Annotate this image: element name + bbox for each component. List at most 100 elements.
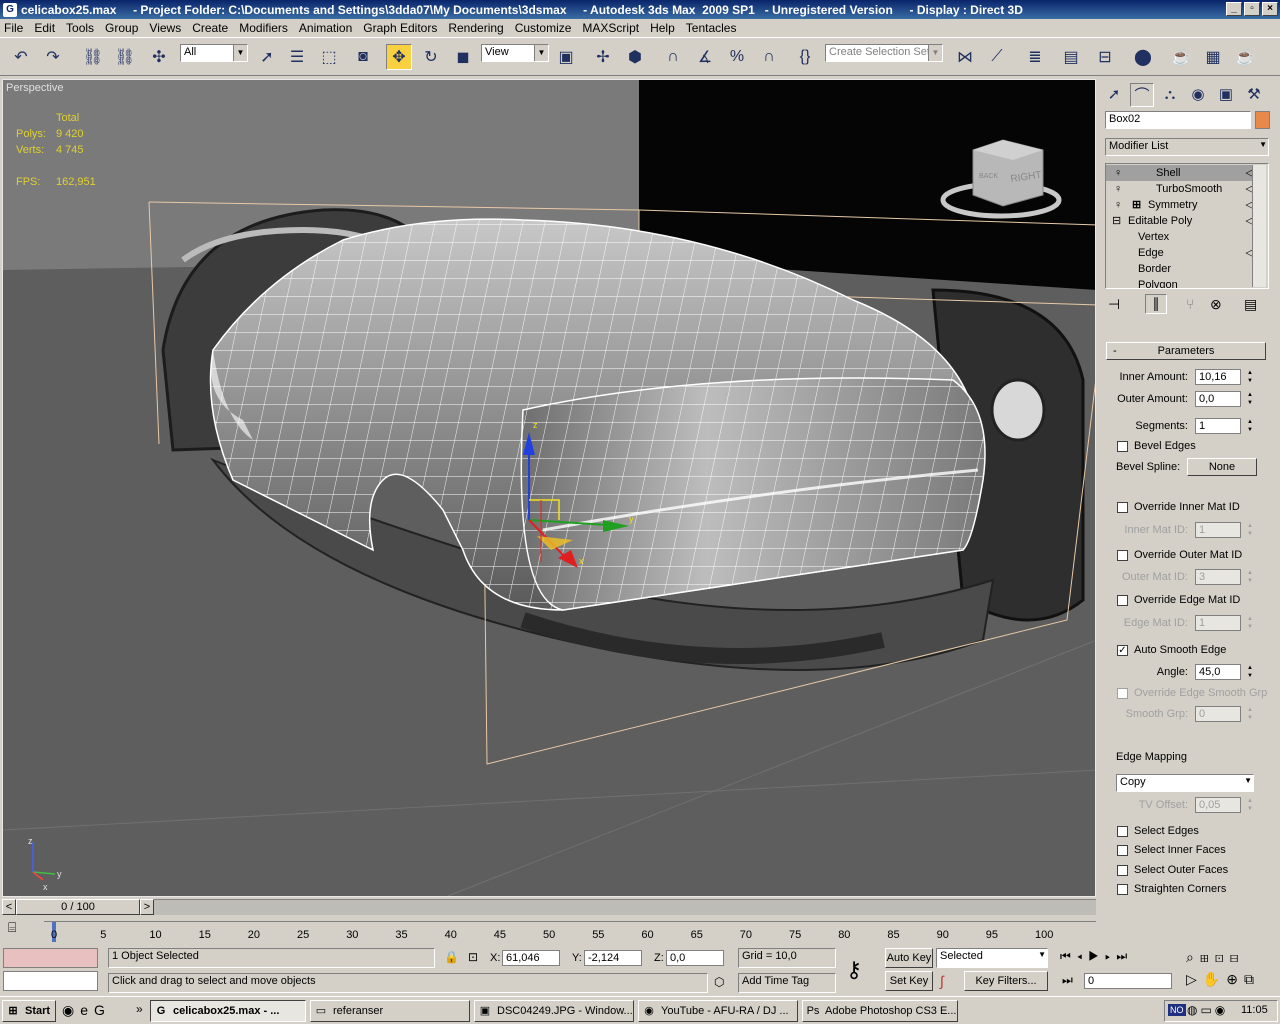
maxscript-listener-mini[interactable] xyxy=(3,948,98,968)
outer-mat-id-spinner[interactable]: 3 xyxy=(1195,569,1241,585)
lightbulb-icon[interactable]: ♀ xyxy=(1114,197,1122,213)
spinner-arrows-icon[interactable]: ▲ ▼ xyxy=(1245,569,1255,585)
mirror-icon[interactable]: ⋈ xyxy=(952,44,978,70)
time-slider-next-icon[interactable]: > xyxy=(140,899,154,915)
lock-selection-icon[interactable]: 🔒 xyxy=(444,950,459,964)
auto-smooth-edge-checkbox[interactable]: ✓ Auto Smooth Edge xyxy=(1117,644,1226,656)
menu-tools[interactable]: Tools xyxy=(66,21,94,35)
field-of-view-icon[interactable]: ▷ xyxy=(1186,971,1203,987)
spinner-arrows-icon[interactable]: ▲ ▼ xyxy=(1245,615,1255,631)
tray-icons[interactable]: ◍▭◉ xyxy=(1187,1003,1228,1017)
motion-tab-icon[interactable]: ◉ xyxy=(1186,83,1210,107)
auto-key-button[interactable]: Auto Key xyxy=(885,948,933,968)
time-slider-track[interactable] xyxy=(154,899,1096,915)
align-icon[interactable]: ⟋ xyxy=(984,44,1010,70)
current-frame-field[interactable]: 0 xyxy=(1084,973,1172,989)
override-edge-mat-checkbox[interactable]: Override Edge Mat ID xyxy=(1117,594,1240,606)
spinner-arrows-icon[interactable]: ▲ ▼ xyxy=(1245,522,1255,538)
task-referanser[interactable]: ▭ referanser xyxy=(310,1000,470,1022)
angle-snap-icon[interactable]: ∡ xyxy=(692,44,718,70)
tv-offset-spinner[interactable]: 0,05 xyxy=(1195,797,1241,813)
segments-spinner[interactable]: 1 xyxy=(1195,418,1241,434)
parameters-rollout-header[interactable]: - Parameters xyxy=(1106,342,1266,360)
override-outer-mat-checkbox[interactable]: Override Outer Mat ID xyxy=(1117,549,1242,561)
reference-coordinate-dropdown[interactable]: View ▼ xyxy=(481,44,549,62)
select-edges-checkbox[interactable]: Select Edges xyxy=(1117,825,1199,837)
menu-views[interactable]: Views xyxy=(149,21,181,35)
outer-amount-spinner[interactable]: 0,0 xyxy=(1195,391,1241,407)
set-key-button[interactable]: Set Key xyxy=(885,971,933,991)
curve-editor-icon[interactable]: ▤ xyxy=(1058,44,1084,70)
edge-mat-id-spinner[interactable]: 1 xyxy=(1195,615,1241,631)
stack-item-edge[interactable]: Edge ◁ xyxy=(1106,245,1266,261)
expand-plus-icon[interactable]: ⊞ xyxy=(1132,197,1141,213)
task-3dsmax[interactable]: Gcelicabox25.max - ... xyxy=(150,1000,306,1022)
edit-named-selection-icon[interactable]: {} xyxy=(792,44,818,70)
spinner-snap-icon[interactable]: ∩ xyxy=(756,44,782,70)
go-to-end-icon[interactable]: ⏭ xyxy=(1116,949,1133,963)
close-button[interactable]: × xyxy=(1262,2,1278,16)
task-photoshop[interactable]: Ps Adobe Photoshop CS3 E... xyxy=(802,1000,958,1022)
menu-modifiers[interactable]: Modifiers xyxy=(239,21,288,35)
start-button[interactable]: ⊞ Start xyxy=(2,1000,56,1022)
key-mode-toggle-icon[interactable]: ⏭ xyxy=(1062,973,1073,988)
menu-edit[interactable]: Edit xyxy=(34,21,55,35)
select-by-name-icon[interactable]: ☰ xyxy=(284,44,310,70)
language-indicator[interactable]: NO xyxy=(1168,1004,1186,1016)
unlink-icon[interactable]: ⛓ xyxy=(112,44,138,70)
stack-item-turbosmooth[interactable]: ♀ TurboSmooth ◁ xyxy=(1106,181,1266,197)
maxscript-input[interactable] xyxy=(3,971,98,991)
minimize-button[interactable]: _ xyxy=(1226,2,1242,16)
quick-render-icon[interactable]: ☕ xyxy=(1232,44,1258,70)
menu-group[interactable]: Group xyxy=(105,21,138,35)
keyboard-shortcut-icon[interactable]: ⬢ xyxy=(622,44,648,70)
stack-item-symmetry[interactable]: ♀ ⊞ Symmetry ◁ xyxy=(1106,197,1266,213)
manipulate-icon[interactable]: ✢ xyxy=(590,44,616,70)
modifier-list-dropdown[interactable]: Modifier List ▼ xyxy=(1105,138,1269,156)
inner-amount-spinner[interactable]: 10,16 xyxy=(1195,369,1241,385)
zoom-extents-icon[interactable]: ⊡ xyxy=(1215,949,1230,965)
schematic-view-icon[interactable]: ⊟ xyxy=(1092,44,1118,70)
task-youtube[interactable]: ◉ YouTube - AFU-RA / DJ ... xyxy=(638,1000,798,1022)
remove-modifier-icon[interactable]: ⊗ xyxy=(1210,296,1222,313)
show-end-result-icon[interactable]: ∥ xyxy=(1145,294,1167,314)
spinner-arrows-icon[interactable]: ▲ ▼ xyxy=(1245,706,1255,722)
display-tab-icon[interactable]: ▣ xyxy=(1214,83,1238,107)
pan-icon[interactable]: ✋ xyxy=(1203,971,1226,987)
pivot-center-icon[interactable]: ▣ xyxy=(553,44,579,70)
spinner-arrows-icon[interactable]: ▲ ▼ xyxy=(1245,797,1255,813)
bevel-spline-button[interactable]: None xyxy=(1187,458,1257,476)
window-crossing-icon[interactable]: ◙ xyxy=(350,44,376,70)
render-setup-icon[interactable]: ☕ xyxy=(1168,44,1194,70)
play-icon[interactable]: ▶ xyxy=(1088,949,1105,963)
override-edge-smooth-checkbox[interactable]: Override Edge Smooth Grp xyxy=(1117,687,1267,699)
snaps-toggle-icon[interactable]: ∩ xyxy=(660,44,686,70)
utilities-tab-icon[interactable]: ⚒ xyxy=(1242,83,1266,107)
absolute-mode-icon[interactable]: ⊡ xyxy=(468,950,478,964)
track-bar[interactable]: ⌸ 0 5 10 15 20 25 30 35 40 45 50 55 60 65 70 75 80 85 90 95… xyxy=(0,915,1098,945)
redo-icon[interactable]: ↷ xyxy=(40,44,66,70)
select-inner-faces-checkbox[interactable]: Select Inner Faces xyxy=(1117,844,1226,856)
select-and-scale-icon[interactable]: ◼ xyxy=(450,44,476,70)
menu-rendering[interactable]: Rendering xyxy=(448,21,503,35)
material-editor-icon[interactable]: ⬤ xyxy=(1130,44,1156,70)
select-and-move-icon[interactable]: ✥ xyxy=(386,44,412,70)
percent-snap-icon[interactable]: % xyxy=(724,44,750,70)
make-unique-icon[interactable]: ⑂ xyxy=(1186,296,1194,312)
add-time-tag-button[interactable]: Add Time Tag xyxy=(738,973,836,993)
selection-filter-dropdown[interactable]: All ▼ xyxy=(180,44,248,62)
viewport-label[interactable]: Perspective xyxy=(6,82,63,94)
stack-item-vertex[interactable]: Vertex xyxy=(1106,229,1266,245)
previous-frame-icon[interactable]: ◂ xyxy=(1077,949,1088,963)
next-frame-icon[interactable]: ▸ xyxy=(1105,949,1116,963)
stack-item-shell[interactable]: ♀ Shell ◁ xyxy=(1106,165,1266,181)
perspective-viewport[interactable]: x y z RIGHT BACK z y x xyxy=(2,79,1096,897)
rendered-frame-window-icon[interactable]: ▦ xyxy=(1200,44,1226,70)
menu-graph-editors[interactable]: Graph Editors xyxy=(363,21,437,35)
configure-sets-icon[interactable]: ▤ xyxy=(1244,296,1257,313)
menu-animation[interactable]: Animation xyxy=(299,21,352,35)
pin-stack-icon[interactable]: ⊣ xyxy=(1108,296,1120,313)
z-coordinate-field[interactable]: 0,0 xyxy=(666,950,724,966)
select-link-icon[interactable]: ⛓ xyxy=(80,44,106,70)
orbit-icon[interactable]: ⊕ xyxy=(1226,971,1244,987)
